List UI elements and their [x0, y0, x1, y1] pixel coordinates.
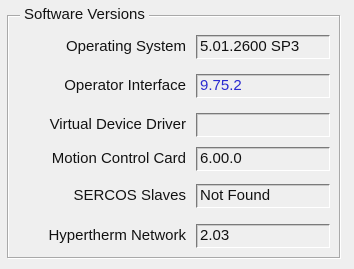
motion-control-card-value: 6.00.0: [196, 147, 330, 171]
sercos-slaves-value: Not Found: [196, 184, 330, 208]
row-operator-interface: Operator Interface 9.75.2: [0, 74, 354, 98]
row-hypertherm-network: Hypertherm Network 2.03: [0, 224, 354, 248]
hypertherm-network-value: 2.03: [196, 224, 330, 248]
groupbox-title: Software Versions: [20, 6, 149, 24]
hypertherm-network-label: Hypertherm Network: [48, 227, 186, 244]
virtual-device-driver-value: [196, 113, 330, 137]
sercos-slaves-label: SERCOS Slaves: [73, 187, 186, 204]
operator-interface-value: 9.75.2: [196, 74, 330, 98]
motion-control-card-label: Motion Control Card: [51, 150, 186, 167]
operator-interface-label: Operator Interface: [64, 77, 186, 94]
row-sercos-slaves: SERCOS Slaves Not Found: [0, 184, 354, 208]
operating-system-value: 5.01.2600 SP3: [196, 35, 330, 59]
row-virtual-device-driver: Virtual Device Driver: [0, 113, 354, 137]
row-motion-control-card: Motion Control Card 6.00.0: [0, 147, 354, 171]
virtual-device-driver-label: Virtual Device Driver: [49, 116, 186, 133]
operating-system-label: Operating System: [65, 38, 186, 55]
row-operating-system: Operating System 5.01.2600 SP3: [0, 35, 354, 59]
